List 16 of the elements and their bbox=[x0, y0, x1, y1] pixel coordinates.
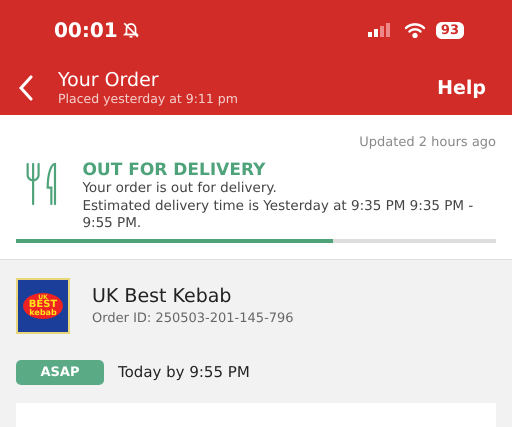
delivery-time: Today by 9:55 PM bbox=[118, 363, 250, 382]
status-time: 00:01 bbox=[54, 18, 118, 42]
help-button[interactable]: Help bbox=[437, 76, 486, 98]
delivery-message: Your order is out for delivery. bbox=[82, 180, 278, 198]
page-title: Your Order bbox=[58, 69, 160, 91]
back-icon[interactable] bbox=[18, 74, 34, 100]
order-placed-time: Placed yesterday at 9:11 pm bbox=[58, 91, 239, 106]
order-id: Order ID: 250503-201-145-796 bbox=[92, 311, 294, 326]
updated-time: Updated 2 hours ago bbox=[359, 135, 496, 150]
battery-level: 93 bbox=[436, 22, 464, 38]
restaurant-name: UK Best Kebab bbox=[92, 285, 232, 308]
delivery-status: OUT FOR DELIVERY bbox=[82, 160, 266, 180]
signal-icon bbox=[368, 23, 392, 37]
wifi-icon bbox=[404, 22, 426, 38]
delivery-estimate: Estimated delivery time is Yesterday at 9:35 PM 9:35 PM - 9:55 PM. bbox=[82, 198, 474, 233]
asap-badge: ASAP bbox=[16, 360, 104, 385]
